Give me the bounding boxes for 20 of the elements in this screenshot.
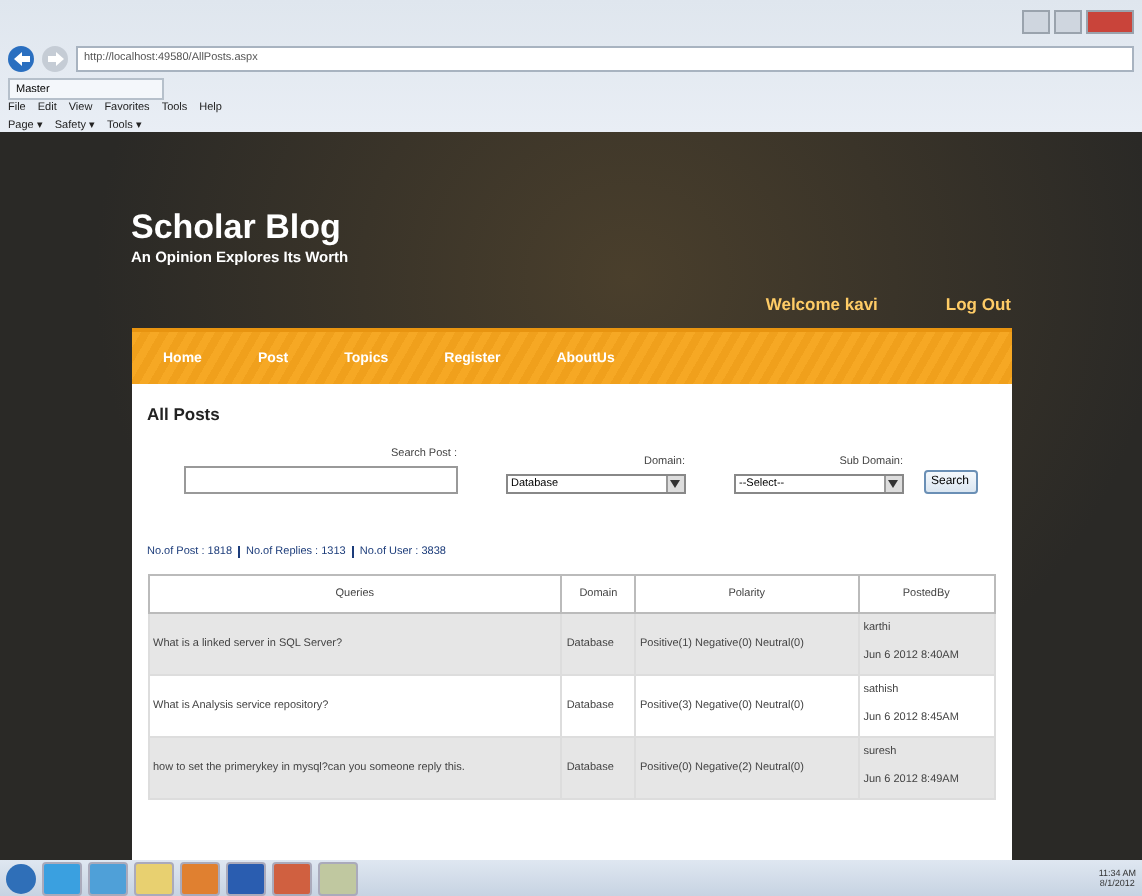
minimize-button[interactable] — [1022, 10, 1050, 34]
left-arrow-icon — [13, 51, 29, 65]
forward-button[interactable] — [42, 45, 68, 71]
taskbar-app-icon[interactable] — [42, 861, 82, 895]
taskbar-app-icon[interactable] — [180, 861, 220, 895]
maximize-button[interactable] — [1054, 10, 1082, 34]
taskbar-app-icon[interactable] — [272, 861, 312, 895]
back-button[interactable] — [8, 45, 34, 71]
close-button[interactable] — [1086, 10, 1134, 34]
right-arrow-icon — [47, 51, 63, 65]
search-field[interactable] — [183, 466, 457, 494]
dropdown-arrow-icon — [665, 476, 683, 492]
site-title: Scholar Blog — [131, 208, 343, 248]
taskbar-app-icon[interactable] — [226, 861, 266, 895]
taskbar-app-icon[interactable] — [88, 861, 128, 895]
page-heading: All Posts — [147, 404, 222, 424]
dropdown-arrow-icon — [883, 476, 901, 492]
welcome-text: Welcome kavi — [765, 294, 878, 314]
start-button[interactable] — [6, 863, 36, 893]
logout-link[interactable]: Log Out — [945, 294, 1011, 314]
